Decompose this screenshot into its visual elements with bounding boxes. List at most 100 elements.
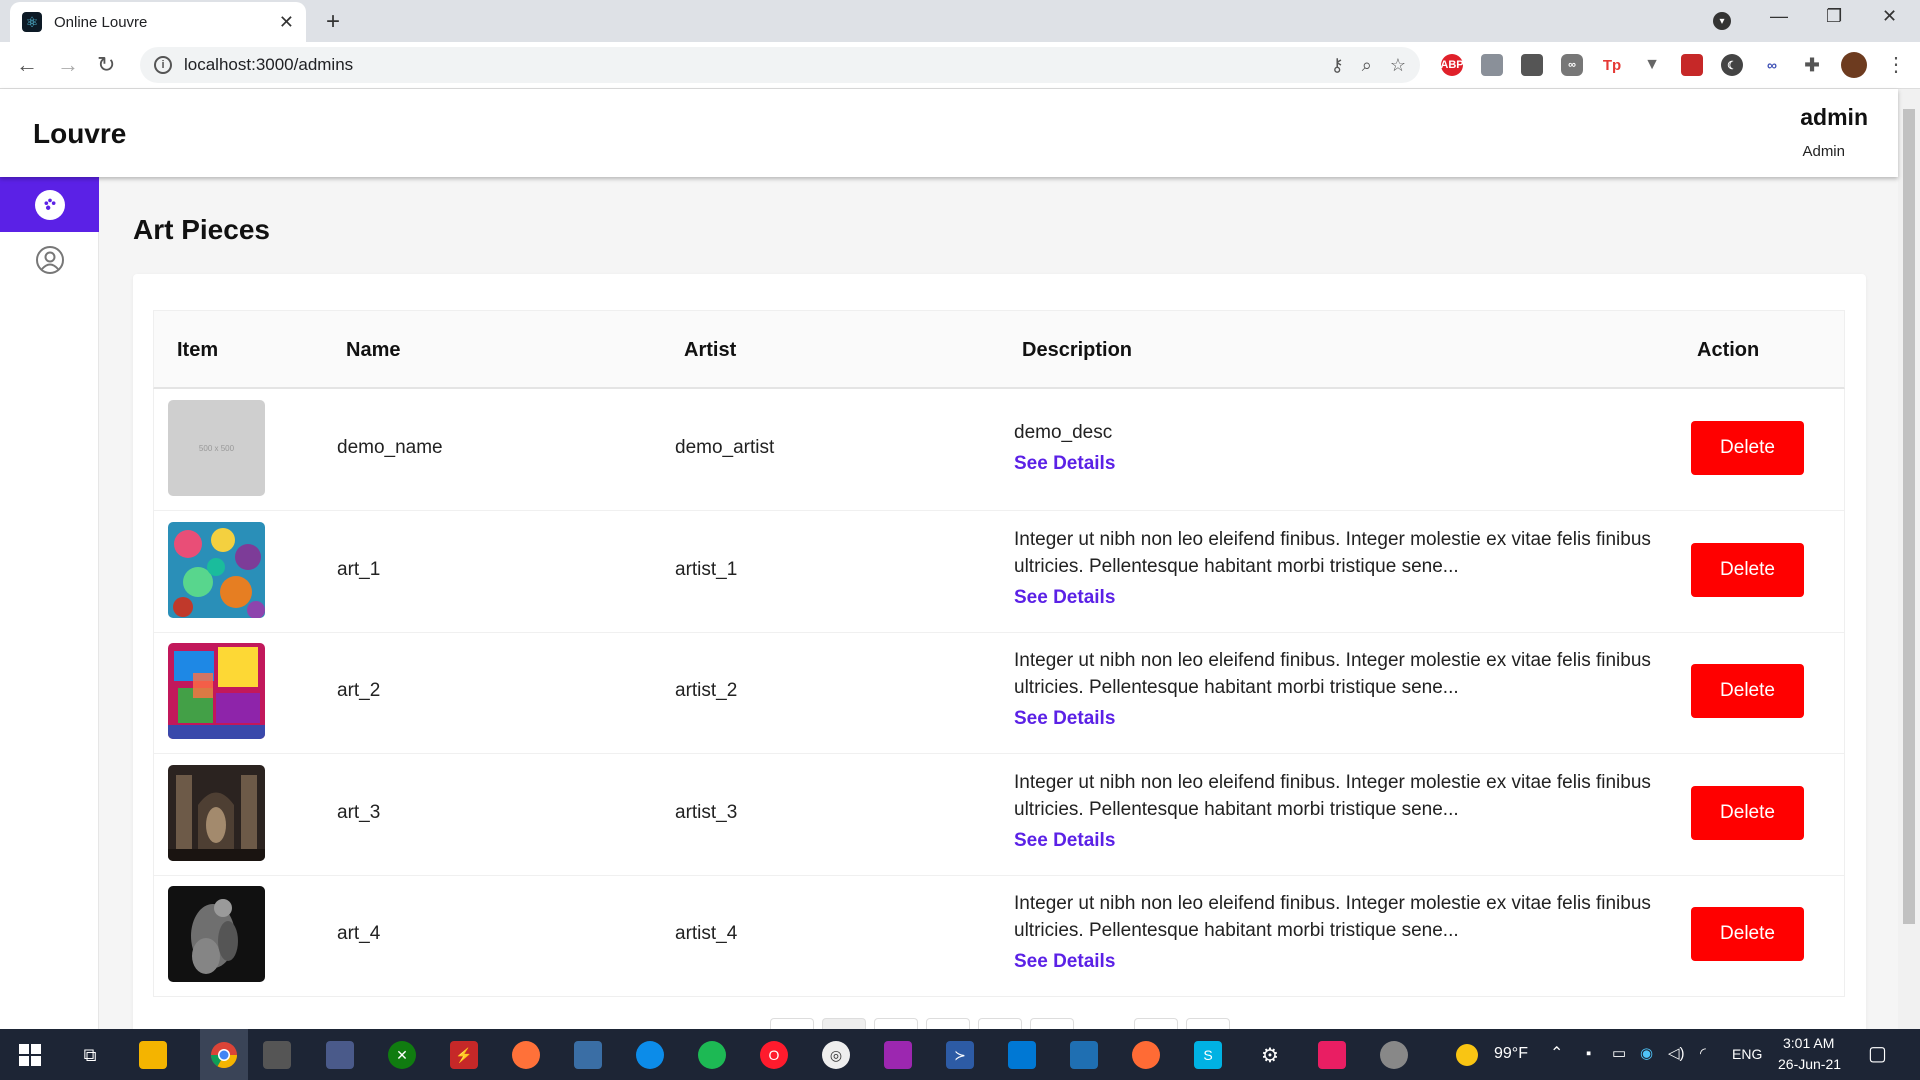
placeholder-size-text: 500 x 500 bbox=[198, 443, 235, 453]
close-window-icon[interactable]: ✕ bbox=[1882, 6, 1897, 27]
weather-temp[interactable]: 99°F bbox=[1494, 1045, 1528, 1063]
see-details-link[interactable]: See Details bbox=[1014, 948, 1654, 975]
notifications-icon[interactable]: ▢ bbox=[1868, 1041, 1887, 1066]
minimize-icon[interactable]: — bbox=[1770, 6, 1788, 27]
vscode-icon[interactable] bbox=[1008, 1041, 1036, 1069]
see-details-link[interactable]: See Details bbox=[1014, 584, 1654, 611]
taskbar-app-icon[interactable] bbox=[1318, 1041, 1346, 1069]
browser-tab[interactable]: ⚛ Online Louvre ✕ bbox=[10, 2, 306, 42]
delete-button[interactable]: Delete bbox=[1691, 543, 1804, 597]
user-icon bbox=[35, 245, 65, 275]
tab-search-icon[interactable]: ▾ bbox=[1713, 12, 1731, 30]
extension-moon-icon[interactable]: ☾ bbox=[1721, 54, 1743, 76]
art-description: demo_desc See Details bbox=[1014, 419, 1654, 477]
see-details-link[interactable]: See Details bbox=[1014, 450, 1654, 477]
profile-avatar[interactable] bbox=[1841, 52, 1867, 78]
taskbar-app-icon[interactable] bbox=[574, 1041, 602, 1069]
weather-sun-icon[interactable] bbox=[1456, 1044, 1478, 1066]
task-view-icon[interactable]: ⧉ bbox=[76, 1041, 104, 1069]
extension-feather-icon[interactable] bbox=[1481, 54, 1503, 76]
extension-tp-icon[interactable]: Tp bbox=[1601, 54, 1623, 76]
taskbar-app-icon[interactable] bbox=[884, 1041, 912, 1069]
sidebar-item-users[interactable] bbox=[0, 232, 99, 287]
powershell-icon[interactable]: ≻ bbox=[946, 1041, 974, 1069]
url-text[interactable]: localhost:3000/admins bbox=[184, 55, 1313, 75]
delete-button[interactable]: Delete bbox=[1691, 421, 1804, 475]
art-artist: demo_artist bbox=[675, 437, 775, 458]
clock-time[interactable]: 3:01 AM bbox=[1783, 1035, 1834, 1051]
delete-button[interactable]: Delete bbox=[1691, 664, 1804, 718]
browser-menu-icon[interactable]: ⋮ bbox=[1886, 52, 1906, 77]
battery-icon[interactable]: ▭ bbox=[1612, 1044, 1626, 1062]
windows-start-icon[interactable] bbox=[16, 1041, 44, 1069]
chrome-taskbar-active[interactable] bbox=[200, 1029, 248, 1080]
column-header-action: Action bbox=[1697, 339, 1760, 361]
extensions-puzzle-icon[interactable]: ✚ bbox=[1801, 54, 1823, 76]
bookmark-star-icon[interactable]: ☆ bbox=[1390, 55, 1406, 76]
art-thumbnail[interactable] bbox=[168, 522, 265, 618]
spotify-icon[interactable] bbox=[698, 1041, 726, 1069]
palette-icon bbox=[34, 189, 65, 220]
taskbar-disc-icon[interactable]: ◎ bbox=[822, 1041, 850, 1069]
forward-icon[interactable]: → bbox=[57, 52, 79, 78]
postman-icon[interactable] bbox=[1132, 1041, 1160, 1069]
art-name: art_2 bbox=[337, 680, 381, 701]
extension-link-icon[interactable]: ∞ bbox=[1561, 54, 1583, 76]
scrollbar-thumb[interactable] bbox=[1903, 109, 1915, 924]
volume-icon[interactable]: ◁) bbox=[1668, 1044, 1685, 1062]
taskbar-bolt-icon[interactable]: ⚡ bbox=[450, 1041, 478, 1069]
tray-app-icon[interactable]: ▪ bbox=[1586, 1045, 1591, 1062]
new-tab-icon[interactable]: + bbox=[326, 8, 340, 36]
key-icon[interactable]: ⚷ bbox=[1331, 55, 1344, 76]
opera-icon[interactable]: O bbox=[760, 1041, 788, 1069]
back-icon[interactable]: ← bbox=[16, 52, 38, 78]
xbox-icon[interactable]: ✕ bbox=[388, 1041, 416, 1069]
description-text: Integer ut nibh non leo eleifend finibus… bbox=[1014, 650, 1651, 698]
adblock-icon[interactable]: ABP bbox=[1440, 54, 1464, 76]
delete-button[interactable]: Delete bbox=[1691, 786, 1804, 840]
settings-gear-icon[interactable]: ⚙ bbox=[1256, 1041, 1284, 1069]
tray-cloud-icon[interactable]: ◉ bbox=[1640, 1044, 1653, 1062]
tray-chevron-icon[interactable]: ⌃ bbox=[1550, 1043, 1563, 1063]
tab-close-icon[interactable]: ✕ bbox=[279, 12, 294, 33]
extension-image-icon[interactable] bbox=[1521, 54, 1543, 76]
extension-vue-icon[interactable]: ▼ bbox=[1641, 54, 1663, 76]
art-table-card: Item Name Artist Description Action 500 … bbox=[133, 274, 1866, 1044]
sidebar-item-art[interactable] bbox=[0, 177, 99, 232]
page-scrollbar[interactable] bbox=[1898, 89, 1920, 1029]
paint-icon[interactable] bbox=[1380, 1041, 1408, 1069]
art-thumbnail[interactable] bbox=[168, 886, 265, 982]
taskbar-app-icon[interactable]: S bbox=[1194, 1041, 1222, 1069]
table-row: 500 x 500 demo_name demo_artist demo_des… bbox=[154, 389, 1844, 511]
language-indicator[interactable]: ENG bbox=[1732, 1046, 1762, 1062]
zoom-icon[interactable]: ⌕ bbox=[1362, 55, 1372, 76]
site-info-icon[interactable]: i bbox=[154, 56, 172, 74]
taskbar-app-icon[interactable] bbox=[263, 1041, 291, 1069]
delete-button[interactable]: Delete bbox=[1691, 907, 1804, 961]
art-name: art_1 bbox=[337, 559, 381, 580]
tab-title: Online Louvre bbox=[54, 13, 148, 31]
art-thumbnail[interactable] bbox=[168, 765, 265, 861]
taskbar-app-icon[interactable] bbox=[326, 1041, 354, 1069]
firefox-icon[interactable] bbox=[512, 1041, 540, 1069]
art-thumbnail[interactable] bbox=[168, 643, 265, 739]
description-text: Integer ut nibh non leo eleifend finibus… bbox=[1014, 772, 1651, 820]
file-explorer-icon[interactable] bbox=[139, 1041, 167, 1069]
brand-title[interactable]: Louvre bbox=[33, 118, 126, 150]
art-artist: artist_2 bbox=[675, 680, 738, 701]
wifi-icon[interactable]: ◜ bbox=[1700, 1044, 1706, 1062]
table-header: Item Name Artist Description Action bbox=[153, 310, 1845, 389]
reload-icon[interactable]: ↻ bbox=[97, 52, 115, 78]
address-bar[interactable]: i localhost:3000/admins ⚷ ⌕ ☆ bbox=[140, 47, 1420, 83]
edge-icon[interactable] bbox=[636, 1041, 664, 1069]
art-thumbnail-placeholder[interactable]: 500 x 500 bbox=[168, 400, 265, 496]
browser-toolbar: ← → ↻ i localhost:3000/admins ⚷ ⌕ ☆ ABP … bbox=[0, 42, 1920, 89]
see-details-link[interactable]: See Details bbox=[1014, 827, 1654, 854]
see-details-link[interactable]: See Details bbox=[1014, 705, 1654, 732]
user-name[interactable]: admin bbox=[1800, 104, 1868, 131]
extension-red-icon[interactable] bbox=[1681, 54, 1703, 76]
photos-icon[interactable] bbox=[1070, 1041, 1098, 1069]
maximize-icon[interactable]: ❐ bbox=[1826, 6, 1842, 27]
clock-date[interactable]: 26-Jun-21 bbox=[1778, 1056, 1841, 1072]
extension-glasses-icon[interactable]: ∞ bbox=[1761, 54, 1783, 76]
